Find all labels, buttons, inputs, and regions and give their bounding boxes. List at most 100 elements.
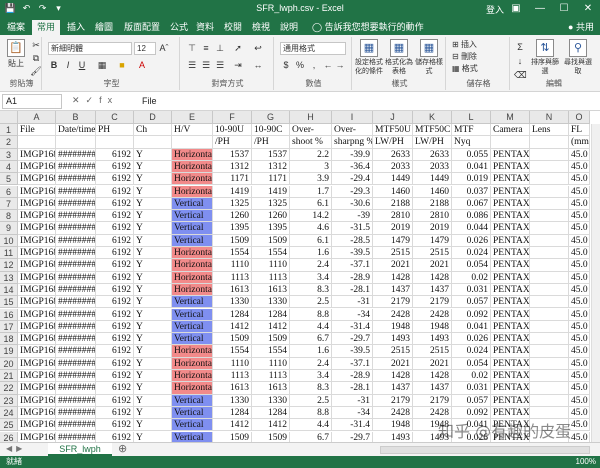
table-cell[interactable]: 2515 (373, 247, 413, 260)
table-cell[interactable]: 1412 (213, 419, 252, 432)
format-cells-button[interactable]: ▦ 格式 (452, 63, 478, 75)
table-cell[interactable]: -39.5 (332, 345, 373, 358)
table-cell[interactable]: Vertical (172, 222, 213, 235)
table-cell[interactable]: 1613 (252, 283, 290, 297)
table-cell[interactable]: 1509 (252, 333, 290, 346)
table-cell[interactable]: IMGP1687 (18, 382, 56, 395)
table-cell[interactable]: 6192 (96, 222, 134, 235)
sign-in-link[interactable]: 登入 (486, 3, 504, 16)
format-painter-icon[interactable]: 🖌 (30, 65, 42, 77)
delete-cells-button[interactable]: ⊟ 刪除 (452, 51, 478, 63)
table-cell[interactable]: Horizontal (172, 357, 213, 370)
header-cell[interactable]: /PH (252, 136, 290, 149)
table-cell[interactable]: Horizontal (172, 148, 213, 161)
row-header[interactable]: 24 (0, 406, 18, 420)
table-cell[interactable]: -28.1 (332, 382, 373, 395)
col-header[interactable]: H (290, 111, 332, 124)
table-cell[interactable]: 1330 (213, 296, 252, 309)
table-cell[interactable]: 1428 (373, 370, 413, 383)
table-cell[interactable]: 6192 (96, 394, 134, 407)
header-cell[interactable]: 10-90U (213, 124, 252, 137)
table-cell[interactable]: Y (134, 210, 172, 223)
increase-decimal-icon[interactable]: ← (322, 59, 334, 71)
row-header[interactable]: 2 (0, 136, 18, 149)
table-cell[interactable] (530, 259, 569, 272)
table-cell[interactable]: 45.0 (569, 431, 590, 442)
table-cell[interactable]: 1412 (252, 320, 290, 334)
table-cell[interactable]: 0.037 (452, 185, 491, 198)
table-cell[interactable]: 1.6 (290, 345, 332, 358)
col-header[interactable]: N (530, 111, 569, 124)
table-cell[interactable]: IMGP1685 (18, 160, 56, 174)
redo-icon[interactable]: ↷ (36, 2, 49, 15)
table-cell[interactable]: 1325 (213, 197, 252, 211)
table-cell[interactable]: ######## (56, 308, 96, 321)
copy-icon[interactable]: ⧉ (30, 52, 42, 64)
row-header[interactable]: 18 (0, 333, 18, 346)
table-cell[interactable]: -28.5 (332, 234, 373, 247)
tab-help[interactable]: 說明 (278, 20, 300, 35)
row-header[interactable]: 6 (0, 185, 18, 198)
row-header[interactable]: 12 (0, 259, 18, 272)
table-cell[interactable]: Vertical (172, 419, 213, 432)
table-cell[interactable]: 1412 (252, 419, 290, 432)
table-cell[interactable]: 45.0 (569, 160, 590, 174)
table-cell[interactable]: 2428 (413, 308, 452, 321)
table-cell[interactable]: 45.0 (569, 185, 590, 198)
table-cell[interactable]: IMGP1687 (18, 283, 56, 297)
col-header[interactable]: G (252, 111, 290, 124)
table-cell[interactable]: Vertical (172, 406, 213, 420)
table-cell[interactable]: 6.7 (290, 431, 332, 442)
table-cell[interactable] (530, 382, 569, 395)
table-cell[interactable]: 6192 (96, 296, 134, 309)
table-cell[interactable]: Horizontal (172, 370, 213, 383)
tab-data[interactable]: 資料 (194, 20, 216, 35)
table-cell[interactable]: IMGP1687 (18, 419, 56, 432)
table-cell[interactable]: 2188 (373, 197, 413, 211)
header-cell[interactable] (530, 136, 569, 149)
table-cell[interactable]: -29.3 (332, 185, 373, 198)
table-cell[interactable]: 1428 (373, 271, 413, 284)
table-cell[interactable]: IMGP1685 (18, 210, 56, 223)
table-cell[interactable]: ######## (56, 173, 96, 186)
table-cell[interactable]: 1460 (413, 185, 452, 198)
tab-draw[interactable]: 繪圖 (92, 20, 116, 35)
paste-button[interactable]: 📋 貼上 (4, 39, 28, 69)
table-cell[interactable] (530, 394, 569, 407)
table-cell[interactable]: 1479 (373, 234, 413, 247)
table-cell[interactable]: Y (134, 357, 172, 370)
table-cell[interactable]: 1554 (252, 345, 290, 358)
table-cell[interactable]: 0.031 (452, 382, 491, 395)
vertical-scrollbar[interactable] (591, 124, 600, 442)
table-cell[interactable]: 8.8 (290, 308, 332, 321)
table-cell[interactable]: 4.4 (290, 320, 332, 334)
table-cell[interactable]: -29.4 (332, 173, 373, 186)
table-cell[interactable]: ######## (56, 345, 96, 358)
tab-review[interactable]: 校閱 (222, 20, 244, 35)
table-cell[interactable]: 6192 (96, 382, 134, 395)
row-header[interactable]: 22 (0, 382, 18, 395)
currency-icon[interactable]: $ (280, 59, 292, 71)
table-cell[interactable]: 0.041 (452, 160, 491, 174)
col-header[interactable]: F (213, 111, 252, 124)
table-cell[interactable]: 6192 (96, 431, 134, 442)
percent-icon[interactable]: % (294, 59, 306, 71)
table-cell[interactable]: IMGP1687 (18, 357, 56, 370)
save-icon[interactable]: 💾 (4, 2, 17, 15)
header-cell[interactable]: /PH (213, 136, 252, 149)
table-cell[interactable]: 2179 (413, 394, 452, 407)
table-cell[interactable]: 1110 (252, 259, 290, 272)
table-cell[interactable]: 1260 (252, 210, 290, 223)
table-cell[interactable]: 6192 (96, 148, 134, 161)
table-cell[interactable]: 1437 (413, 382, 452, 395)
table-cell[interactable]: 45.0 (569, 308, 590, 321)
align-middle-icon[interactable]: ≡ (200, 42, 212, 54)
tell-me-box[interactable]: ◯ 告訴我您想要執行的動作 (312, 20, 424, 33)
cancel-icon[interactable]: ✕ (72, 95, 86, 105)
table-cell[interactable]: IMGP1687 (18, 308, 56, 321)
maximize-icon[interactable]: ☐ (552, 0, 576, 18)
table-cell[interactable]: 6192 (96, 419, 134, 432)
table-cell[interactable]: 1437 (373, 283, 413, 297)
table-cell[interactable]: ######## (56, 197, 96, 211)
table-cell[interactable]: 1449 (373, 173, 413, 186)
